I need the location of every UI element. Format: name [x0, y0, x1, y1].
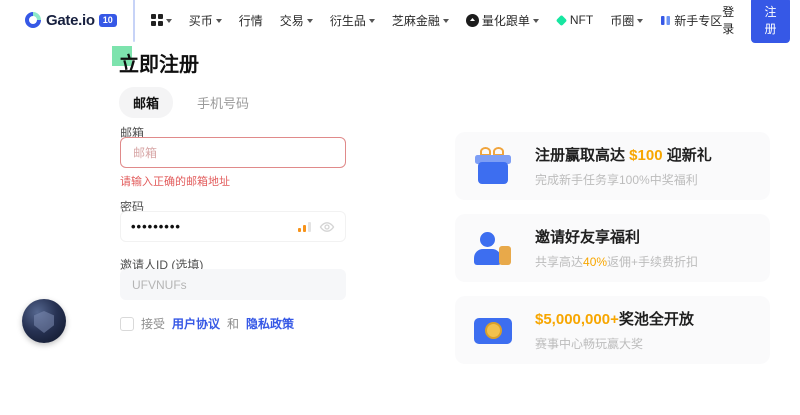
tab-phone[interactable]: 手机号码: [197, 93, 249, 112]
inviter-id-input[interactable]: [120, 269, 346, 300]
menu-crypto-circle[interactable]: 币圈: [610, 12, 643, 29]
chevron-down-icon: [443, 19, 449, 23]
grid-icon: [151, 14, 163, 26]
register-page: Gate.io 10 交易所 Web3 买币: [0, 0, 800, 415]
menu-nft[interactable]: NFT: [556, 13, 593, 27]
copy-trading-icon: [466, 14, 479, 27]
nav-actions: 登录 注册: [722, 0, 800, 43]
mode-toggle: 交易所 Web3: [133, 0, 135, 42]
top-nav: Gate.io 10 交易所 Web3 买币: [0, 0, 800, 40]
nft-icon: [556, 15, 567, 26]
menu-finance[interactable]: 芝麻金融: [392, 12, 449, 29]
nav-menu: 买币 行情 交易 衍生品 芝麻金融: [151, 12, 722, 29]
show-password-eye-icon[interactable]: [319, 219, 335, 235]
register-button[interactable]: 注册: [751, 0, 791, 43]
email-input[interactable]: [120, 137, 346, 168]
agreement-checkbox[interactable]: [120, 317, 134, 331]
user-agreement-link[interactable]: 用户协议: [172, 315, 220, 332]
promo-title: 邀请好友享福利: [535, 226, 698, 247]
agreement-row: 接受 用户协议 和 隐私政策: [120, 315, 294, 332]
menu-beginner-zone[interactable]: 新手专区: [660, 12, 722, 29]
menu-derivatives[interactable]: 衍生品: [330, 12, 375, 29]
menu-apps[interactable]: [151, 14, 172, 26]
anniversary-badge: 10: [99, 14, 117, 27]
chevron-down-icon: [369, 19, 375, 23]
promo-subtitle: 赛事中心畅玩赢大奖: [535, 335, 694, 352]
chevron-down-icon: [637, 19, 643, 23]
promo-card-prize-pool[interactable]: $5,000,000+奖池全开放 赛事中心畅玩赢大奖: [455, 296, 770, 364]
toggle-exchange[interactable]: 交易所: [134, 0, 135, 41]
promo-title: 注册赢取高达 $100 迎新礼: [535, 144, 712, 165]
privacy-policy-link[interactable]: 隐私政策: [246, 315, 294, 332]
password-masked-value: •••••••••: [131, 219, 298, 234]
support-chat-avatar[interactable]: [22, 299, 66, 343]
promo-card-welcome-gift[interactable]: 注册赢取高达 $100 迎新礼 完成新手任务享100%中奖福利: [455, 132, 770, 200]
chevron-down-icon: [216, 19, 222, 23]
gate-logo-icon: [24, 11, 42, 29]
agreement-prefix: 接受: [141, 315, 165, 332]
agreement-and: 和: [227, 315, 239, 332]
menu-markets[interactable]: 行情: [239, 12, 263, 29]
gate-logo-text: Gate.io: [46, 12, 95, 29]
menu-buy-crypto[interactable]: 买币: [189, 12, 222, 29]
menu-trade[interactable]: 交易: [280, 12, 313, 29]
menu-copy-trading[interactable]: 量化跟单: [466, 12, 539, 29]
promo-card-invite-friends[interactable]: 邀请好友享福利 共享高达40%返佣+手续费折扣: [455, 214, 770, 282]
chevron-down-icon: [533, 19, 539, 23]
password-input[interactable]: •••••••••: [120, 211, 346, 242]
email-error-message: 请输入正确的邮箱地址: [120, 173, 230, 189]
gift-icon: [471, 144, 515, 188]
promo-title: $5,000,000+奖池全开放: [535, 308, 694, 329]
chevron-down-icon: [166, 19, 172, 23]
promo-subtitle: 完成新手任务享100%中奖福利: [535, 171, 712, 188]
login-link[interactable]: 登录: [722, 3, 736, 37]
chevron-down-icon: [307, 19, 313, 23]
tab-email[interactable]: 邮箱: [119, 87, 173, 118]
register-tabs: 邮箱 手机号码: [119, 87, 249, 118]
gate-logo[interactable]: Gate.io 10: [24, 11, 117, 29]
page-title: 立即注册: [119, 48, 199, 77]
prize-pool-icon: [471, 308, 515, 352]
avatar-emblem: [34, 311, 54, 333]
beginner-zone-icon: [660, 15, 671, 26]
password-strength-icon: [298, 221, 311, 232]
invite-friends-icon: [471, 226, 515, 270]
promo-subtitle: 共享高达40%返佣+手续费折扣: [535, 253, 698, 270]
